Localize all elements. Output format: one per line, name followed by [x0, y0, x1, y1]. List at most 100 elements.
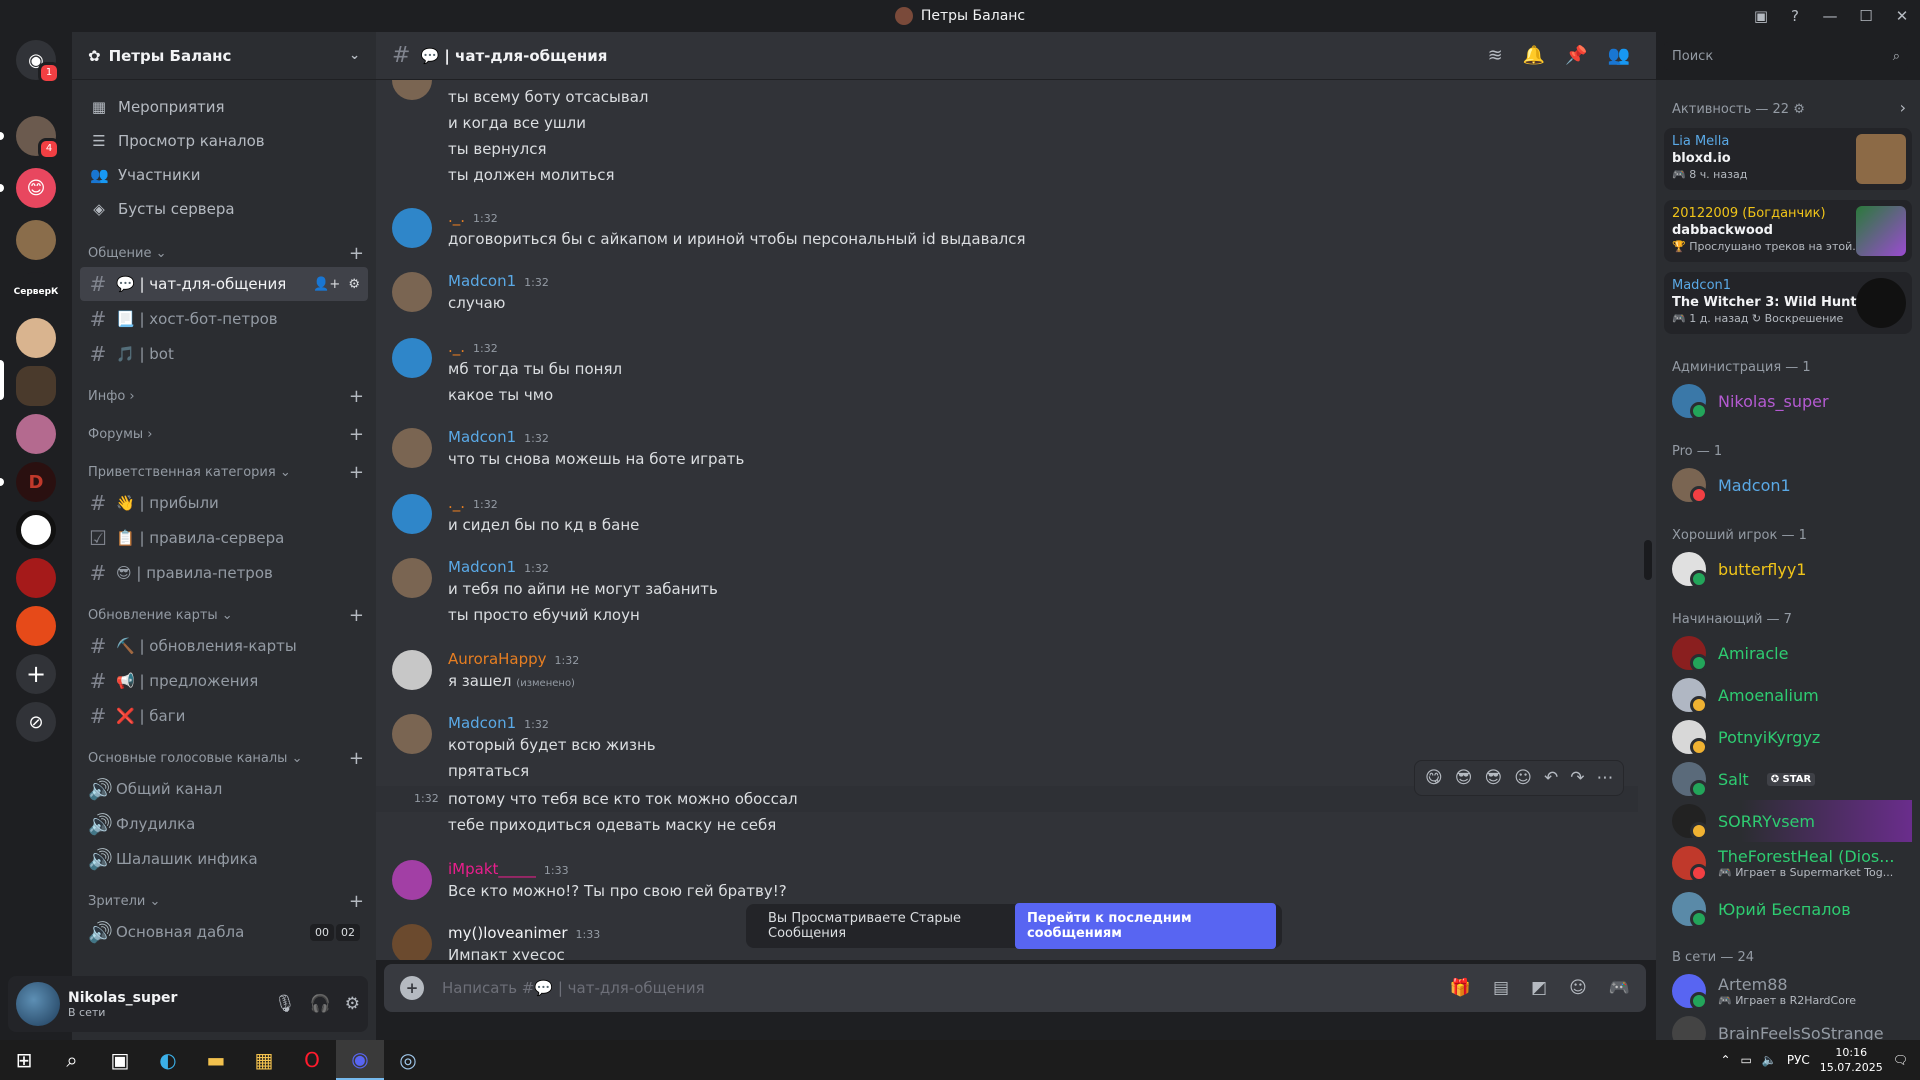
- category-header[interactable]: Форумы › +: [72, 421, 376, 447]
- server-icon[interactable]: СерверК: [14, 272, 58, 312]
- add-channel-icon[interactable]: +: [349, 748, 364, 769]
- message-composer[interactable]: + Написать #💬 | чат-для-общения 🎁 ▤ ◩ ☺ 🎮: [384, 964, 1646, 1012]
- activity-card[interactable]: Lia Mella bloxd.io 🎮 8 ч. назад: [1664, 128, 1912, 190]
- task-view-icon[interactable]: ▣: [96, 1040, 144, 1080]
- message-author[interactable]: iMpakt_____ 1:33: [448, 860, 569, 878]
- message-author[interactable]: ._. 1:32: [448, 208, 498, 226]
- activity-card[interactable]: 20122009 (Богданчик) dabbackwood 🏆 Просл…: [1664, 200, 1912, 262]
- avatar[interactable]: [392, 272, 432, 312]
- close-button[interactable]: ✕: [1884, 7, 1920, 25]
- more-icon[interactable]: ⋯: [1596, 768, 1613, 788]
- reply-icon[interactable]: ↶: [1544, 768, 1558, 788]
- category-header[interactable]: Основные голосовые каналы ⌄ +: [72, 745, 376, 771]
- language-indicator[interactable]: РУС: [1787, 1053, 1810, 1067]
- add-channel-icon[interactable]: +: [349, 386, 364, 407]
- threads-icon[interactable]: ≋: [1488, 45, 1503, 66]
- message-author[interactable]: my()loveanimer 1:33: [448, 924, 600, 942]
- activity-card[interactable]: Madcon1 The Witcher 3: Wild Hunt 🎮 1 д. …: [1664, 272, 1912, 334]
- add-channel-icon[interactable]: +: [349, 605, 364, 626]
- emoji-icon[interactable]: ☺: [1569, 978, 1587, 998]
- server-icon[interactable]: [16, 414, 56, 454]
- settings-icon[interactable]: ⚙: [345, 994, 360, 1014]
- chevron-up-icon[interactable]: ⌃: [1720, 1053, 1730, 1067]
- server-icon[interactable]: [16, 510, 56, 550]
- channel-arrived[interactable]: # 👋 | прибыли: [80, 486, 368, 520]
- file-explorer-icon[interactable]: ▬: [192, 1040, 240, 1080]
- bell-icon[interactable]: 🔔: [1523, 45, 1545, 66]
- volume-icon[interactable]: 🔈: [1762, 1053, 1777, 1067]
- menu-members[interactable]: 👥 Участники: [72, 158, 376, 192]
- clock[interactable]: 10:16 15.07.2025: [1820, 1045, 1883, 1075]
- message-input[interactable]: Написать #💬 | чат-для-общения: [442, 979, 705, 997]
- menu-events[interactable]: ▦ Мероприятия: [72, 90, 376, 124]
- channel-rules[interactable]: ☑ 📋 | правила-сервера: [80, 521, 368, 555]
- avatar[interactable]: [16, 982, 60, 1026]
- server-header[interactable]: ✿ Петры Баланс ⌄: [72, 32, 376, 80]
- avatar[interactable]: [392, 208, 432, 248]
- message-author[interactable]: Madcon1 1:32: [448, 714, 549, 732]
- avatar[interactable]: [392, 338, 432, 378]
- member-item[interactable]: Nikolas_super: [1668, 380, 1912, 422]
- avatar[interactable]: [392, 494, 432, 534]
- server-icon[interactable]: 😊: [16, 168, 56, 208]
- sticker-icon[interactable]: ◩: [1531, 978, 1547, 998]
- menu-browse-channels[interactable]: ☰ Просмотр каналов: [72, 124, 376, 158]
- steam-icon[interactable]: ◎: [384, 1040, 432, 1080]
- avatar[interactable]: [392, 924, 432, 960]
- avatar[interactable]: [392, 558, 432, 598]
- server-icon[interactable]: [16, 220, 56, 260]
- forward-icon[interactable]: ↷: [1570, 768, 1584, 788]
- voice-channel[interactable]: 🔊 Шалашик инфика: [80, 842, 368, 876]
- server-icon-petry[interactable]: [16, 366, 56, 406]
- category-header[interactable]: Приветственная категория ⌄ +: [72, 459, 376, 485]
- opera-icon[interactable]: O: [288, 1040, 336, 1080]
- add-channel-icon[interactable]: +: [349, 891, 364, 912]
- settings-icon[interactable]: ⚙: [348, 277, 360, 292]
- discord-taskbar-icon[interactable]: ◉: [336, 1040, 384, 1080]
- message-author[interactable]: Madcon1 1:32: [448, 428, 549, 446]
- member-item[interactable]: SORRYvsem: [1668, 800, 1912, 842]
- channel-offers[interactable]: # 📢 | предложения: [80, 664, 368, 698]
- category-header[interactable]: Инфо › +: [72, 383, 376, 409]
- voice-channel[interactable]: 🔊 Флудилка: [80, 807, 368, 841]
- member-item[interactable]: Artem88 🎮 Играет в R2HardCore: [1668, 970, 1912, 1012]
- member-item[interactable]: PotnyiKyrgyz: [1668, 716, 1912, 758]
- server-icon[interactable]: D: [16, 462, 56, 502]
- member-list-icon[interactable]: 👥: [1608, 45, 1630, 66]
- channel-updates[interactable]: # ⛏️ | обновления-карты: [80, 629, 368, 663]
- message-author[interactable]: ._. 1:32: [448, 338, 498, 356]
- store-icon[interactable]: ▦: [240, 1040, 288, 1080]
- member-item[interactable]: Amiracle: [1668, 632, 1912, 674]
- channel-bugs[interactable]: # ❌ | баги: [80, 699, 368, 733]
- member-item[interactable]: Amoenalium: [1668, 674, 1912, 716]
- inbox-icon[interactable]: ▣: [1744, 7, 1778, 25]
- network-icon[interactable]: ▭: [1741, 1053, 1752, 1067]
- server-icon[interactable]: 4: [16, 116, 60, 160]
- channel-petry-rules[interactable]: # 😎 | правила-петров: [80, 556, 368, 590]
- server-icon[interactable]: [16, 558, 56, 598]
- add-server-icon[interactable]: +: [16, 654, 56, 694]
- search-input[interactable]: Поиск ⌕: [1664, 42, 1908, 70]
- help-icon[interactable]: ?: [1778, 7, 1812, 25]
- add-channel-icon[interactable]: +: [349, 243, 364, 264]
- message-author[interactable]: Madcon1 1:32: [448, 272, 549, 290]
- avatar[interactable]: [392, 428, 432, 468]
- headphones-icon[interactable]: 🎧: [310, 994, 331, 1014]
- member-item[interactable]: Юрий Беспалов: [1668, 888, 1912, 930]
- jump-to-present-button[interactable]: Перейти к последним сообщениям: [1014, 903, 1276, 949]
- notifications-icon[interactable]: 🗨: [1893, 1053, 1908, 1067]
- reaction-icon[interactable]: 😎: [1455, 768, 1473, 788]
- activities-icon[interactable]: 🎮: [1609, 978, 1630, 998]
- gif-icon[interactable]: ▤: [1493, 978, 1509, 998]
- minimize-button[interactable]: —: [1812, 7, 1848, 25]
- server-icon[interactable]: [16, 318, 56, 358]
- chevron-right-icon[interactable]: ›: [1900, 98, 1906, 117]
- voice-channel[interactable]: 🔊 Основная дабла 00 02: [80, 915, 368, 949]
- message-author[interactable]: AuroraHappy 1:32: [448, 650, 579, 668]
- channel-host-bot[interactable]: # 📃 | хост-бот-петров: [80, 302, 368, 336]
- channel-bot[interactable]: # 🎵 | bot: [80, 337, 368, 371]
- avatar[interactable]: [392, 860, 432, 900]
- avatar[interactable]: [392, 650, 432, 690]
- add-channel-icon[interactable]: +: [349, 424, 364, 445]
- avatar[interactable]: [392, 714, 432, 754]
